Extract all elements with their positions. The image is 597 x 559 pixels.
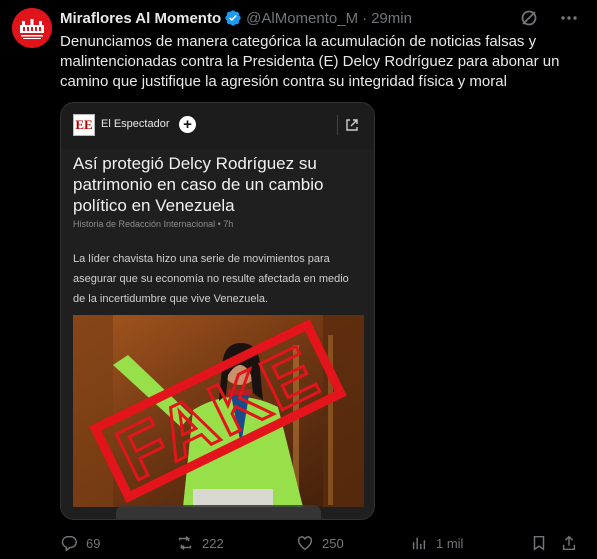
like-action[interactable]: 250: [296, 534, 344, 552]
source-name: El Espectador: [101, 118, 170, 130]
tweet-text: Denunciamos de manera categórica la acum…: [60, 33, 560, 90]
card-bottom-toolbar: [116, 505, 321, 519]
reply-count: 69: [86, 535, 101, 551]
article-photo: FAKE: [73, 315, 364, 507]
article-headline: Así protegió Delcy Rodríguez su patrimon…: [73, 154, 324, 215]
separator-dot: ·: [362, 9, 368, 27]
share-action[interactable]: [560, 534, 578, 552]
tweet-actions: 69 222 250 1 mil: [60, 534, 580, 554]
card-divider: [337, 115, 338, 135]
views-icon: [412, 537, 426, 550]
share-icon: [562, 535, 576, 551]
views-action[interactable]: 1 mil: [410, 534, 463, 552]
repost-action[interactable]: 222: [176, 534, 224, 552]
reply-icon: [61, 535, 77, 552]
tweet-time[interactable]: 29min: [371, 10, 412, 27]
heart-icon: [297, 536, 313, 551]
author-name[interactable]: Miraflores Al Momento: [60, 10, 221, 27]
external-link-icon: [346, 119, 358, 131]
el-espectador-logo: EE: [73, 114, 95, 136]
grok-icon[interactable]: [519, 8, 539, 28]
author-handle[interactable]: @AlMomento_M: [246, 10, 358, 27]
article-byline: Historia de Redacción Internacional • 7h: [73, 219, 234, 229]
verified-badge-icon: [225, 10, 241, 26]
repost-count: 222: [202, 535, 224, 551]
attached-image-card[interactable]: EE El Espectador + Así protegió Delcy Ro…: [60, 102, 375, 520]
miraflores-logo-icon: [12, 8, 52, 48]
tweet[interactable]: Miraflores Al Momento @AlMomento_M · 29m…: [0, 0, 597, 559]
avatar[interactable]: [12, 8, 52, 48]
like-count: 250: [322, 535, 344, 551]
bookmark-action[interactable]: [530, 534, 548, 552]
views-count: 1 mil: [436, 535, 464, 551]
repost-icon: [178, 536, 192, 550]
more-icon[interactable]: [559, 8, 579, 28]
follow-plus-icon: +: [179, 116, 196, 133]
article-lede: La líder chavista hizo una serie de movi…: [73, 253, 349, 305]
tweet-top-icons: [519, 8, 579, 28]
tweet-header: Miraflores Al Momento @AlMomento_M · 29m…: [60, 8, 412, 28]
bookmark-icon: [533, 535, 545, 551]
reply-action[interactable]: 69: [60, 534, 100, 552]
